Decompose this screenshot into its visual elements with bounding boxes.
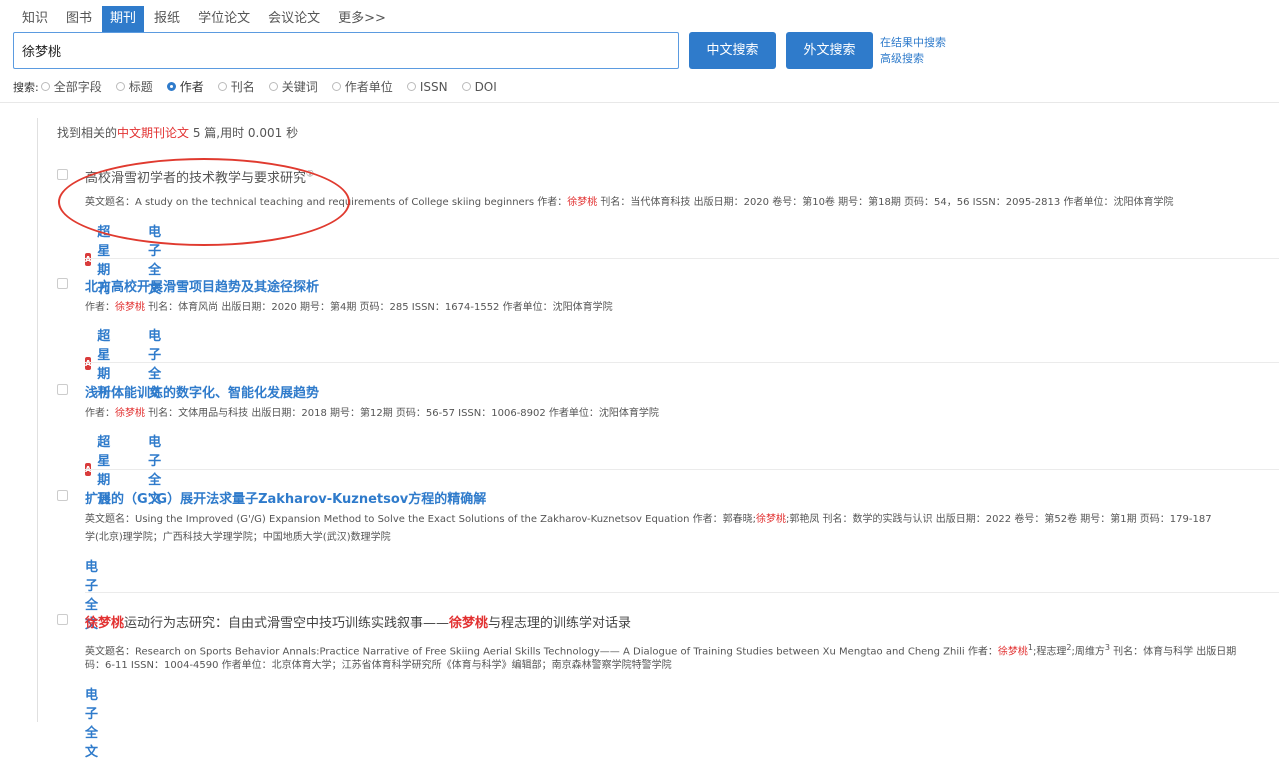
radio-dot <box>406 82 416 91</box>
result-title[interactable]: 高校滑雪初学者的技术教学与要求研究① <box>85 167 314 186</box>
tab-journals[interactable]: 期刊 <box>102 6 145 32</box>
chinese-search-button[interactable]: 中文搜索 <box>689 32 776 69</box>
radio-issn[interactable]: ISSN <box>406 79 448 94</box>
radio-label: 关键词 <box>281 80 318 94</box>
result-title[interactable]: 北方高校开展滑雪项目趋势及其途径探析 <box>85 276 319 295</box>
pdf-icon: A <box>85 356 92 370</box>
result-separator <box>85 469 1279 470</box>
result-meta: 作者：徐梦桃 刊名：体育风尚 出版日期：2020 期号：第4期 页码：285 I… <box>85 300 613 316</box>
title-text: 与程志理的训练学对话录 <box>488 616 632 631</box>
meta-text: 作者： <box>85 302 115 313</box>
search-field-options: 搜索: 全部字段 标题 作者 刊名 关键词 作者单位 ISSN DOI <box>13 78 511 95</box>
result-checkbox[interactable] <box>57 169 68 180</box>
radio-label: 作者 <box>179 80 204 94</box>
result-meta: 英文题名：Using the Improved (G'/G) Expansion… <box>85 512 1212 528</box>
result-actions: 电子全文 <box>85 684 98 760</box>
search-within-results-link[interactable]: 在结果中搜索 <box>880 35 946 51</box>
result-meta: 英文题名：A study on the technical teaching a… <box>85 195 1173 211</box>
radio-doi[interactable]: DOI <box>461 79 497 94</box>
radio-all-fields[interactable]: 全部字段 <box>40 78 102 95</box>
meta-text: 英文题名：Using the Improved (G'/G) Expansion… <box>85 514 756 525</box>
title-highlight: 徐梦桃 <box>449 616 489 631</box>
search-side-links: 在结果中搜索 高级搜索 <box>880 35 946 67</box>
summary-suffix: 5 篇,用时 0.001 秒 <box>189 126 299 140</box>
summary-prefix: 找到相关的 <box>57 126 118 140</box>
meta-text: 刊名：体育与科学 出版日期 <box>1109 646 1237 658</box>
radio-dot <box>217 82 227 91</box>
results-left-rule <box>37 118 38 722</box>
meta-coauthor: ;周维方 <box>1071 646 1105 658</box>
radio-dot <box>115 82 125 91</box>
result-separator <box>85 362 1279 363</box>
meta-text: 刊名：文体用品与科技 出版日期：2018 期号：第12期 页码：56-57 IS… <box>145 408 659 419</box>
radio-dot <box>268 82 278 91</box>
meta-author[interactable]: 徐梦桃 <box>115 302 145 313</box>
result-checkbox[interactable] <box>57 614 68 625</box>
result-title[interactable]: 徐梦桃运动行为志研究：自由式滑雪空中技巧训练实践叙事——徐梦桃与程志理的训练学对… <box>85 612 631 631</box>
foreign-search-button[interactable]: 外文搜索 <box>786 32 873 69</box>
meta-text: 刊名：当代体育科技 出版日期：2020 卷号：第10卷 期号：第18期 页码：5… <box>597 197 1174 208</box>
radio-label: 标题 <box>128 80 153 94</box>
result-meta-line2: 学(北京)理学院；广西科技大学理学院；中国地质大学(武汉)数理学院 <box>85 532 391 543</box>
header-divider <box>0 102 1279 103</box>
radio-dot <box>166 82 176 91</box>
meta-author[interactable]: 徐梦桃 <box>567 197 597 208</box>
radio-label: DOI <box>474 79 497 94</box>
meta-coauthor: ;程志理 <box>1032 646 1067 658</box>
radio-label: 刊名 <box>230 80 255 94</box>
tab-more[interactable]: 更多>> <box>330 6 394 32</box>
fulltext-link[interactable]: 电子全文 <box>85 684 98 760</box>
title-highlight: 徐梦桃 <box>85 616 125 631</box>
meta-text: ;郭艳凤 刊名：数学的实践与认识 出版日期：2022 卷号：第52卷 期号：第1… <box>785 514 1212 525</box>
result-separator <box>85 258 1279 259</box>
meta-author[interactable]: 徐梦桃 <box>115 408 145 419</box>
radio-label: 作者单位 <box>344 80 393 94</box>
meta-text: 英文题名：Research on Sports Behavior Annals:… <box>85 646 998 658</box>
radio-keyword[interactable]: 关键词 <box>268 78 318 95</box>
result-title-text: 高校滑雪初学者的技术教学与要求研究 <box>85 171 307 186</box>
radio-dot <box>461 82 471 91</box>
radio-dot <box>40 82 50 91</box>
result-checkbox[interactable] <box>57 278 68 289</box>
advanced-search-link[interactable]: 高级搜索 <box>880 51 946 67</box>
results-summary: 找到相关的中文期刊论文 5 篇,用时 0.001 秒 <box>57 124 298 141</box>
tab-conference-papers[interactable]: 会议论文 <box>260 6 328 32</box>
footnote-mark: ① <box>306 169 315 180</box>
radio-author[interactable]: 作者 <box>166 78 204 95</box>
result-title[interactable]: 扩展的（G'/G）展开法求量子Zakharov-Kuznetsov方程的精确解 <box>85 488 486 507</box>
title-text: 运动行为志研究：自由式滑雪空中技巧训练实践叙事—— <box>124 616 450 631</box>
radio-label: 全部字段 <box>53 80 102 94</box>
radio-title[interactable]: 标题 <box>115 78 153 95</box>
category-tabs: 知识 图书 期刊 报纸 学位论文 会议论文 更多>> <box>14 6 396 32</box>
result-title[interactable]: 浅析体能训练的数字化、智能化发展趋势 <box>85 382 319 401</box>
result-separator <box>85 592 1279 593</box>
meta-text: 刊名：体育风尚 出版日期：2020 期号：第4期 页码：285 ISSN：167… <box>145 302 613 313</box>
radio-journal-name[interactable]: 刊名 <box>217 78 255 95</box>
tab-knowledge[interactable]: 知识 <box>14 6 56 32</box>
meta-author[interactable]: 徐梦桃 <box>756 514 786 525</box>
result-meta-line2: 码：6-11 ISSN：1004-4590 作者单位：北京体育大学；江苏省体育科… <box>85 660 672 671</box>
result-checkbox[interactable] <box>57 490 68 501</box>
tab-books[interactable]: 图书 <box>58 6 100 32</box>
result-checkbox[interactable] <box>57 384 68 395</box>
tab-theses[interactable]: 学位论文 <box>190 6 258 32</box>
meta-author[interactable]: 徐梦桃 <box>998 646 1028 657</box>
radio-dot <box>331 82 341 91</box>
meta-text: 英文题名：A study on the technical teaching a… <box>85 197 568 208</box>
result-meta: 作者：徐梦桃 刊名：文体用品与科技 出版日期：2018 期号：第12期 页码：5… <box>85 406 659 422</box>
search-input[interactable] <box>13 32 679 69</box>
radio-author-affiliation[interactable]: 作者单位 <box>331 78 393 95</box>
pdf-icon: A <box>85 252 92 266</box>
search-field-label: 搜索: <box>13 80 39 94</box>
meta-text: 作者： <box>85 408 115 419</box>
radio-label: ISSN <box>419 79 448 94</box>
tab-newspapers[interactable]: 报纸 <box>146 6 188 32</box>
summary-highlight: 中文期刊论文 <box>117 126 190 140</box>
